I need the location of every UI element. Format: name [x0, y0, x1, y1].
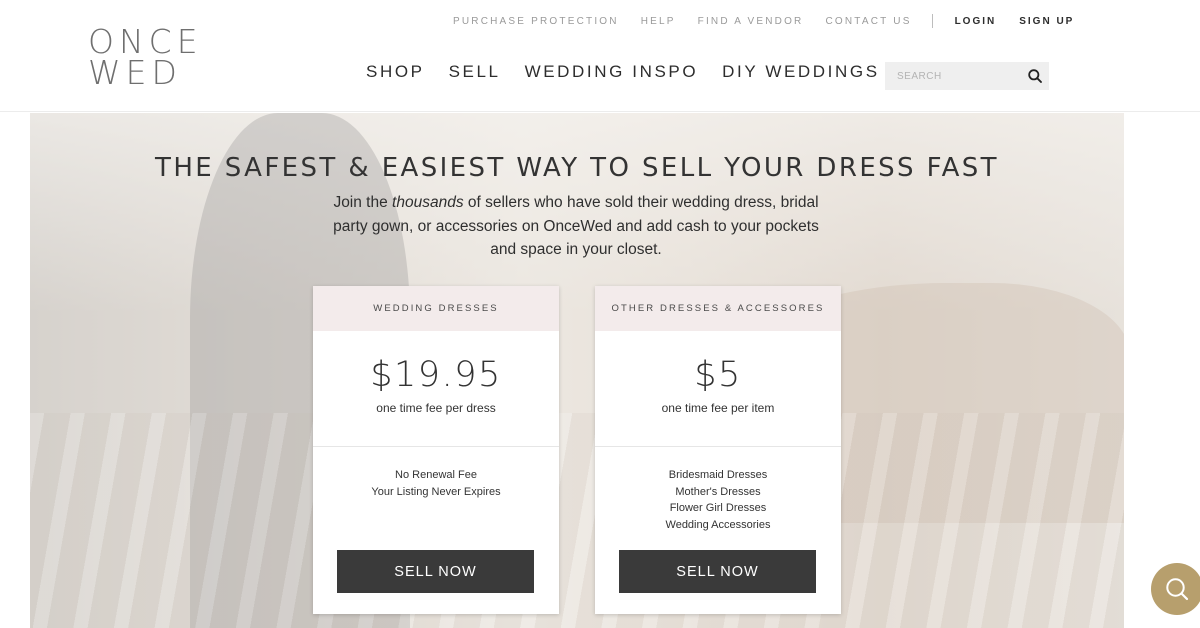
purchase-protection-link[interactable]: PURCHASE PROTECTION [453, 16, 619, 27]
card-price: $5 [694, 355, 742, 395]
card-fee-note: one time fee per item [661, 401, 775, 415]
contact-us-link[interactable]: CONTACT US [825, 16, 911, 27]
card-fee-note: one time fee per dress [376, 401, 496, 415]
sell-now-button-other-dresses[interactable]: SELL NOW [619, 550, 816, 593]
pricing-card-other-dresses: OTHER DRESSES & ACCESSORES $5 one time f… [595, 286, 841, 614]
chat-launcher-button[interactable] [1151, 563, 1200, 615]
card-feature: Flower Girl Dresses [669, 502, 767, 514]
login-link[interactable]: LOGIN [955, 16, 997, 27]
card-feature-list: Bridesmaid Dresses Mother's Dresses Flow… [595, 467, 841, 533]
card-title: WEDDING DRESSES [313, 286, 559, 331]
logo-line-2: WED [88, 53, 182, 92]
hero-intro-start: Join the [333, 194, 393, 211]
sign-up-link[interactable]: SIGN UP [1019, 16, 1074, 27]
card-price: $19.95 [370, 355, 502, 395]
site-header: ONCE WED PURCHASE PROTECTION HELP FIND A… [0, 0, 1200, 112]
nav-wedding-inspo[interactable]: WEDDING INSPO [525, 62, 699, 82]
card-divider [595, 446, 841, 447]
search-input[interactable] [885, 62, 1021, 90]
main-nav: SHOP SELL WEDDING INSPO DIY WEDDINGS [366, 62, 904, 82]
card-feature: Bridesmaid Dresses [668, 469, 768, 481]
hero-intro: Join the thousands of sellers who have s… [326, 191, 826, 262]
pricing-card-wedding-dresses: WEDDING DRESSES $19.95 one time fee per … [313, 286, 559, 614]
find-a-vendor-link[interactable]: FIND A VENDOR [698, 16, 804, 27]
nav-sell[interactable]: SELL [449, 62, 501, 82]
nav-diy-weddings[interactable]: DIY WEDDINGS [722, 62, 879, 82]
logo[interactable]: ONCE WED [88, 25, 208, 92]
nav-shop[interactable]: SHOP [366, 62, 425, 82]
card-title: OTHER DRESSES & ACCESSORES [595, 286, 841, 331]
card-feature: Your Listing Never Expires [371, 485, 501, 498]
search-icon[interactable] [1027, 68, 1043, 84]
card-divider [313, 446, 559, 447]
search-box [885, 62, 1049, 90]
hero-section: THE SAFEST & EASIEST WAY TO SELL YOUR DR… [30, 113, 1124, 628]
utility-nav: PURCHASE PROTECTION HELP FIND A VENDOR C… [453, 14, 1097, 28]
card-feature: No Renewal Fee [395, 469, 477, 481]
card-feature-list: No Renewal Fee Your Listing Never Expire… [313, 467, 559, 500]
sell-now-button-wedding-dresses[interactable]: SELL NOW [337, 550, 534, 593]
nav-divider [931, 14, 933, 28]
card-feature: Wedding Accessories [665, 518, 771, 531]
hero-headline: THE SAFEST & EASIEST WAY TO SELL YOUR DR… [155, 153, 999, 183]
help-link[interactable]: HELP [641, 16, 676, 27]
hero-intro-emphasis: thousands [392, 194, 464, 211]
card-feature: Mother's Dresses [675, 485, 761, 498]
